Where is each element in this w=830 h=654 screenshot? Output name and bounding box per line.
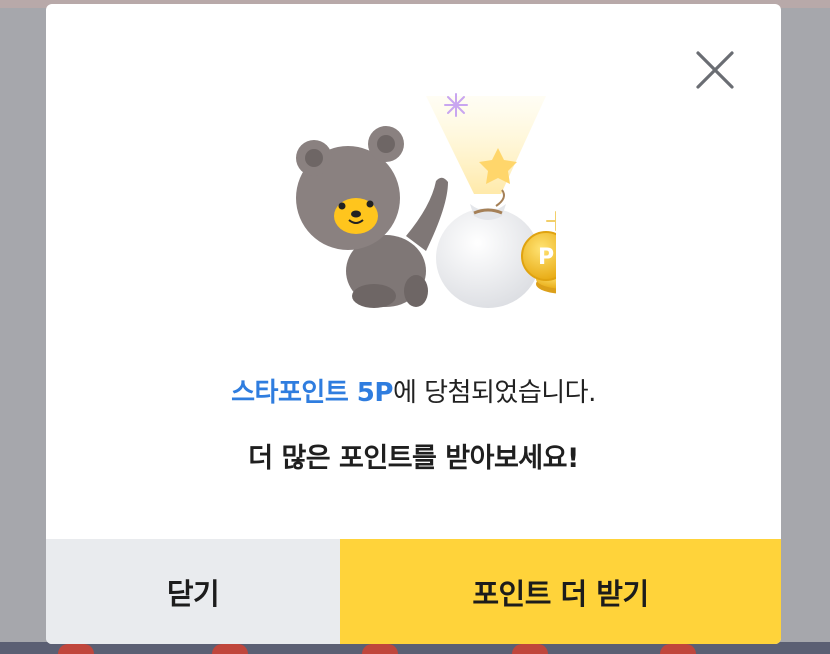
win-message-text: 에 당첨되었습니다. [392,378,596,408]
win-message: 스타포인트 5P에 당첨되었습니다. [46,372,781,409]
sparkle-icon [444,93,468,117]
get-more-points-button[interactable]: 포인트 더 받기 [340,539,781,644]
bear-character [296,126,448,308]
close-icon [696,51,734,89]
star-point-amount: 스타포인트 5P [231,378,393,408]
sparkle-icon [546,211,556,231]
coin-letter: P [538,245,554,270]
close-button[interactable] [693,48,737,92]
modal-actions: 닫기 포인트 더 받기 [46,539,781,644]
close-text-button[interactable]: 닫기 [46,539,340,644]
reward-illustration: P [296,93,556,308]
reward-modal: P 스타포인트 5P에 당첨되었습니다. 더 많은 포인트를 받아보세요! 닫기… [46,4,781,644]
encourage-message: 더 많은 포인트를 받아보세요! [248,443,579,474]
